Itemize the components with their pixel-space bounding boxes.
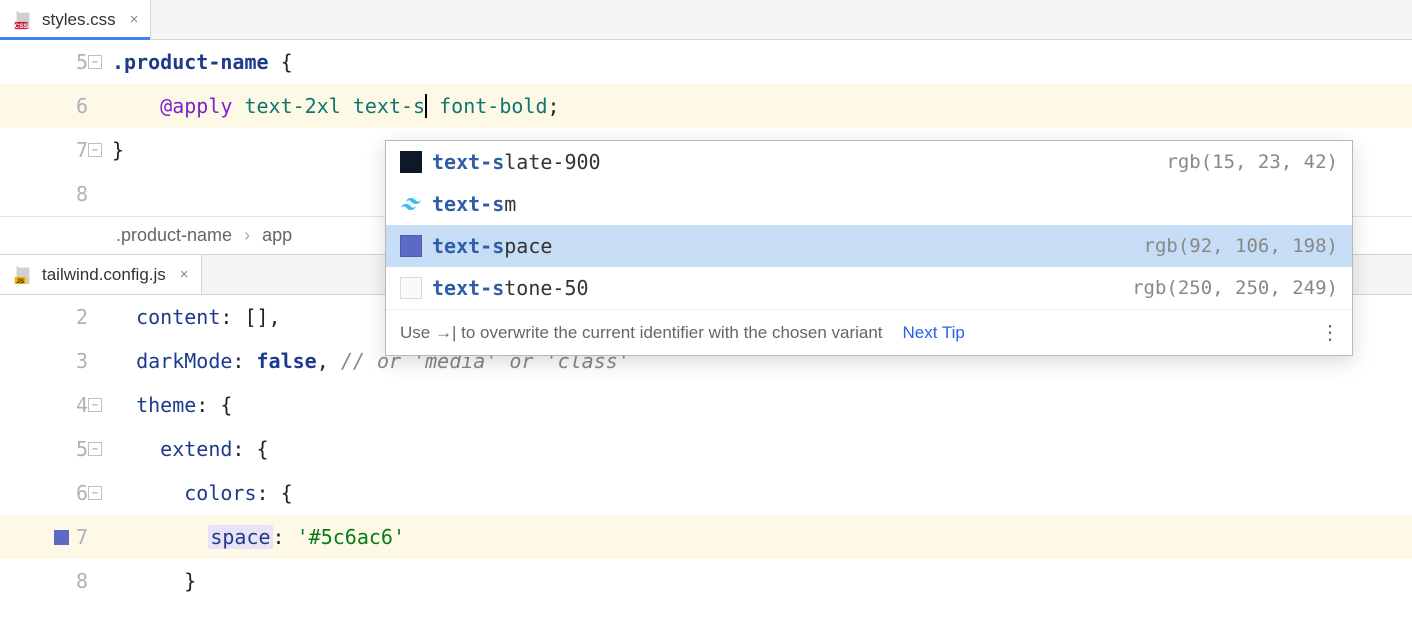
line-number: 8: [0, 569, 96, 593]
chevron-right-icon: ›: [244, 225, 250, 246]
tab-label: tailwind.config.js: [42, 265, 166, 285]
autocomplete-meta: rgb(15, 23, 42): [1166, 151, 1338, 173]
fold-handle-icon[interactable]: −: [88, 55, 102, 69]
autocomplete-item[interactable]: text-stone-50 rgb(250, 250, 249): [386, 267, 1352, 309]
fold-handle-icon[interactable]: −: [88, 442, 102, 456]
code-content[interactable]: theme: {: [96, 393, 232, 417]
svg-text:CSS: CSS: [15, 22, 29, 29]
autocomplete-label: text-space: [432, 234, 1134, 258]
js-file-icon: JS: [12, 264, 34, 286]
color-swatch-icon: [400, 151, 422, 173]
line-number: 6: [0, 94, 96, 118]
autocomplete-meta: rgb(92, 106, 198): [1144, 235, 1338, 257]
next-tip-link[interactable]: Next Tip: [903, 323, 965, 343]
code-content[interactable]: colors: {: [96, 481, 293, 505]
tab-label: styles.css: [42, 10, 116, 30]
line-number: 4−: [0, 393, 96, 417]
close-icon[interactable]: ×: [130, 11, 139, 28]
code-line: 5− extend: {: [0, 427, 1412, 471]
code-line: 6 @apply text-2xl text-s font-bold;: [0, 84, 1412, 128]
tab-tailwind-config[interactable]: JS tailwind.config.js ×: [0, 255, 202, 294]
breadcrumb-item[interactable]: .product-name: [116, 225, 232, 246]
code-line: 8 }: [0, 559, 1412, 603]
code-line: 6− colors: {: [0, 471, 1412, 515]
code-line: 5− .product-name {: [0, 40, 1412, 84]
line-number: 3: [0, 349, 96, 373]
fold-handle-icon[interactable]: −: [88, 398, 102, 412]
more-options-icon[interactable]: ⋮: [1320, 320, 1338, 345]
color-swatch-icon: [400, 277, 422, 299]
footer-tip-text: Use →| to overwrite the current identifi…: [400, 323, 883, 343]
fold-handle-icon[interactable]: −: [88, 486, 102, 500]
autocomplete-meta: rgb(250, 250, 249): [1132, 277, 1338, 299]
svg-text:JS: JS: [16, 277, 25, 284]
line-number: 5−: [0, 50, 96, 74]
line-number: 8: [0, 182, 96, 206]
line-number: 6−: [0, 481, 96, 505]
code-content[interactable]: space: '#5c6ac6': [96, 525, 405, 549]
code-line: 7 space: '#5c6ac6': [0, 515, 1412, 559]
line-number: 5−: [0, 437, 96, 461]
code-content[interactable]: @apply text-2xl text-s font-bold;: [96, 94, 560, 118]
code-content[interactable]: extend: {: [96, 437, 269, 461]
line-number: 7−: [0, 138, 96, 162]
fold-handle-icon[interactable]: −: [88, 143, 102, 157]
code-content[interactable]: }: [96, 569, 196, 593]
autocomplete-item[interactable]: text-space rgb(92, 106, 198): [386, 225, 1352, 267]
autocomplete-label: text-stone-50: [432, 276, 1122, 300]
autocomplete-popup: text-slate-900 rgb(15, 23, 42) text-sm t…: [385, 140, 1353, 356]
tailwind-icon: [400, 193, 422, 215]
code-content[interactable]: content: [],: [96, 305, 281, 329]
tab-bar: CSS styles.css ×: [0, 0, 1412, 40]
autocomplete-item[interactable]: text-slate-900 rgb(15, 23, 42): [386, 141, 1352, 183]
color-swatch-icon: [400, 235, 422, 257]
breadcrumb-item[interactable]: app: [262, 225, 292, 246]
code-line: 4− theme: {: [0, 383, 1412, 427]
autocomplete-item[interactable]: text-sm: [386, 183, 1352, 225]
autocomplete-footer: Use →| to overwrite the current identifi…: [386, 309, 1352, 355]
close-icon[interactable]: ×: [180, 266, 189, 283]
color-chip-icon: [54, 530, 69, 545]
autocomplete-label: text-sm: [432, 192, 1338, 216]
line-number: 2: [0, 305, 96, 329]
line-number: 7: [0, 525, 96, 549]
code-content[interactable]: .product-name {: [96, 50, 293, 74]
tab-styles-css[interactable]: CSS styles.css ×: [0, 0, 151, 39]
css-file-icon: CSS: [12, 9, 34, 31]
autocomplete-label: text-slate-900: [432, 150, 1156, 174]
